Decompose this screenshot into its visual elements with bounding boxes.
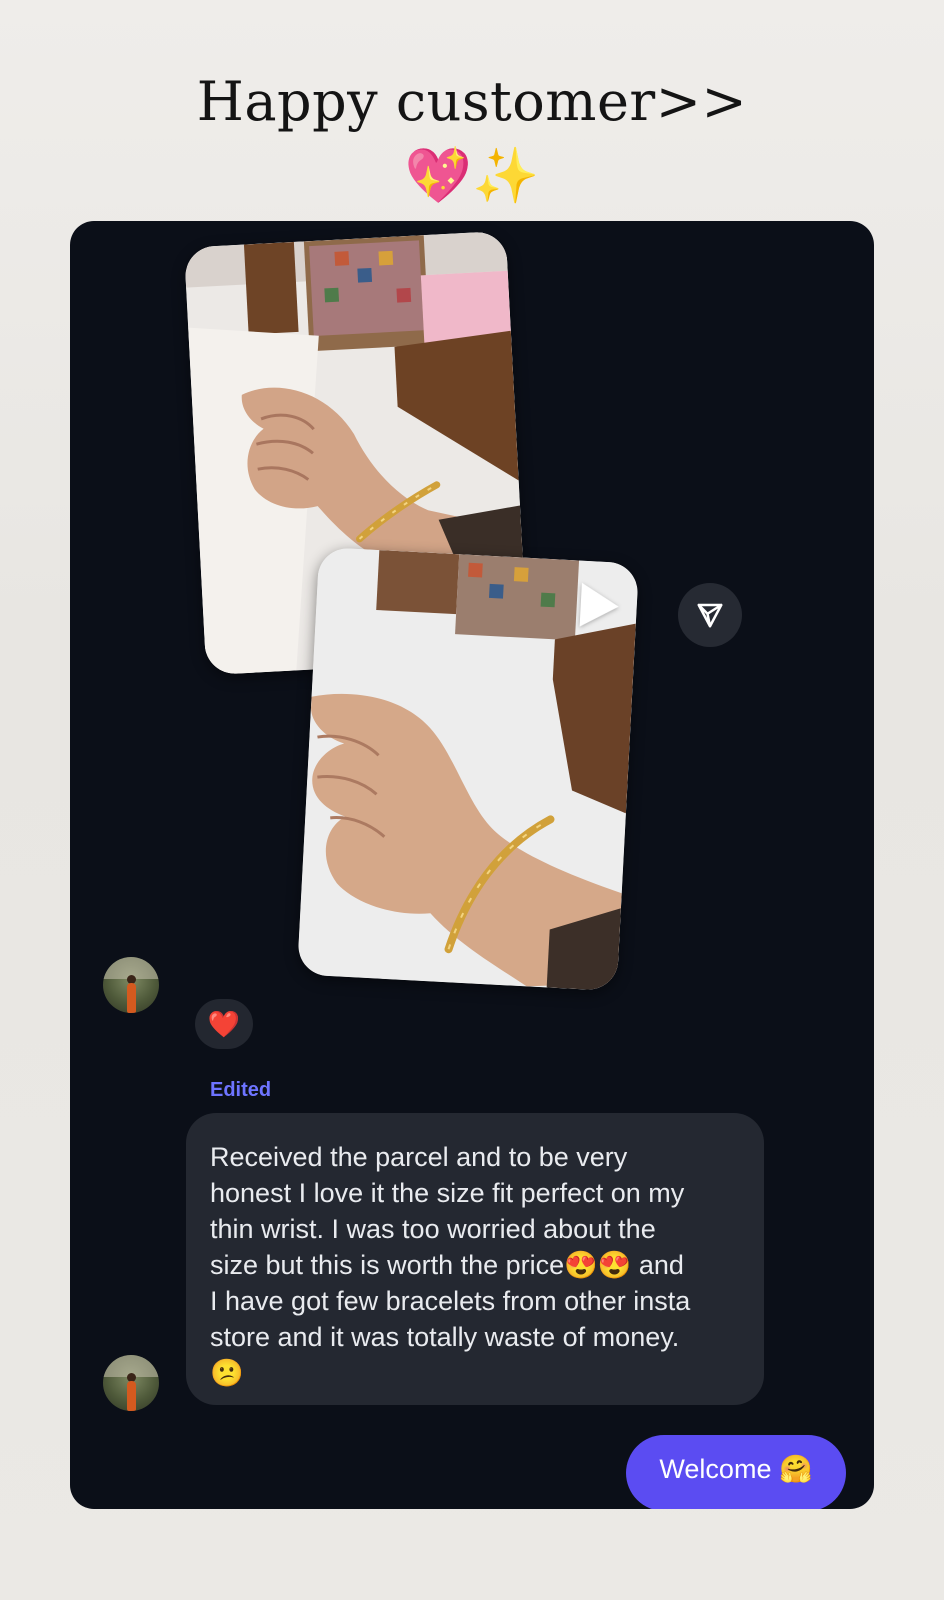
sender-avatar[interactable]: [103, 957, 159, 1013]
play-icon[interactable]: [579, 582, 620, 629]
sent-message-text: Welcome 🤗: [659, 1454, 813, 1484]
chat-screenshot-card: ❤️ Edited Received the parcel and to be …: [70, 221, 874, 1509]
avatar-figure: [127, 983, 136, 1013]
avatar-figure: [127, 1381, 136, 1411]
sent-message-bubble[interactable]: Welcome 🤗: [626, 1435, 846, 1509]
heart-reaction[interactable]: ❤️: [195, 999, 253, 1049]
received-message-text: Received the parcel and to be very hones…: [210, 1142, 691, 1388]
shared-video-2[interactable]: [297, 546, 639, 992]
sender-avatar[interactable]: [103, 1355, 159, 1411]
share-button[interactable]: [678, 583, 742, 647]
sparkling-heart-emoji: 💖✨: [404, 146, 540, 206]
paper-plane-icon: [697, 603, 723, 628]
received-message-bubble[interactable]: Received the parcel and to be very hones…: [186, 1113, 764, 1405]
page-title: Happy customer>>: [196, 70, 748, 133]
edited-label: Edited: [210, 1079, 272, 1101]
heart-icon: ❤️: [207, 1009, 241, 1039]
